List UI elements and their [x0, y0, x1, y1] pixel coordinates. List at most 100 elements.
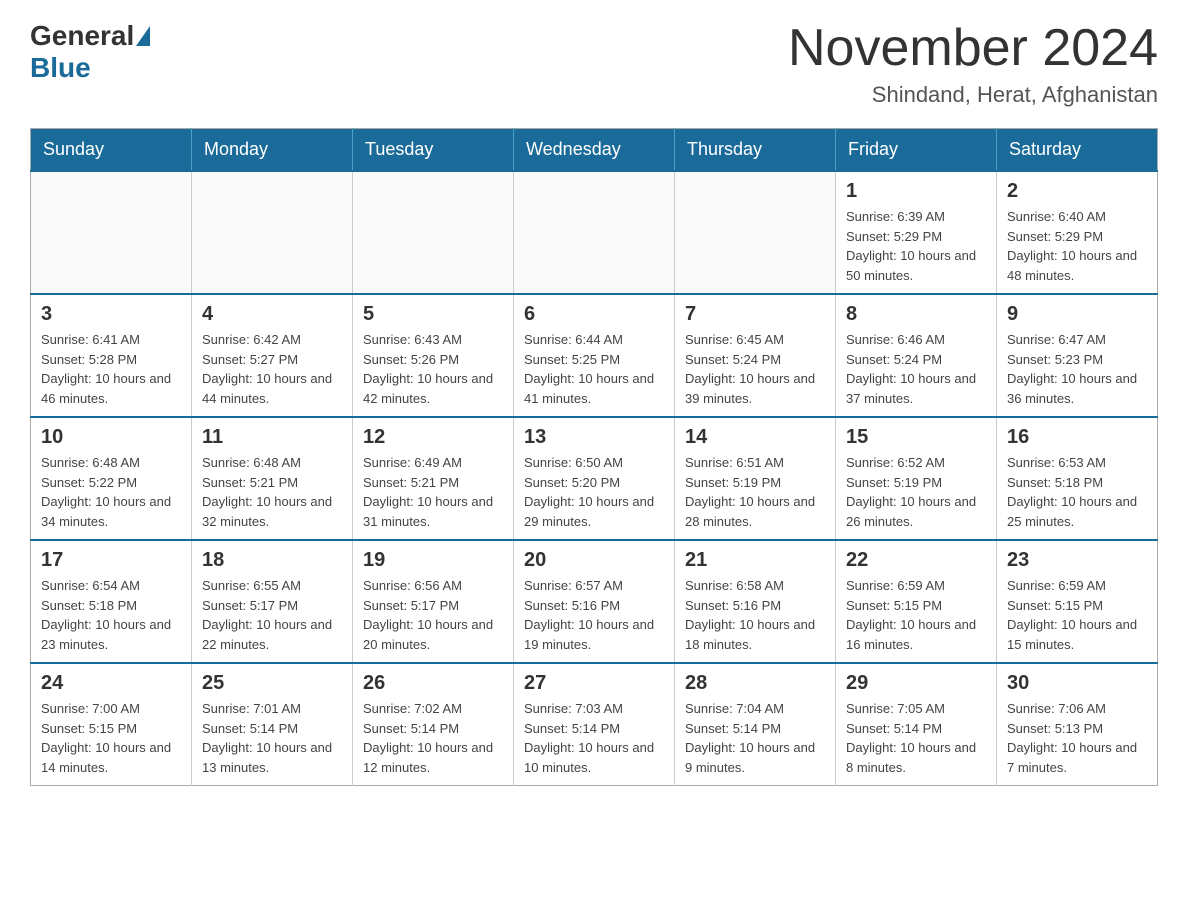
- day-number: 24: [41, 672, 181, 695]
- day-info: Sunrise: 6:40 AM Sunset: 5:29 PM Dayligh…: [1007, 207, 1147, 285]
- day-info: Sunrise: 7:01 AM Sunset: 5:14 PM Dayligh…: [202, 699, 342, 777]
- day-info: Sunrise: 6:42 AM Sunset: 5:27 PM Dayligh…: [202, 330, 342, 408]
- calendar-cell: [514, 171, 675, 294]
- weekday-header-row: SundayMondayTuesdayWednesdayThursdayFrid…: [31, 129, 1158, 172]
- day-info: Sunrise: 6:41 AM Sunset: 5:28 PM Dayligh…: [41, 330, 181, 408]
- day-info: Sunrise: 6:48 AM Sunset: 5:21 PM Dayligh…: [202, 453, 342, 531]
- calendar-cell: [675, 171, 836, 294]
- day-number: 25: [202, 672, 342, 695]
- day-number: 4: [202, 303, 342, 326]
- day-info: Sunrise: 7:03 AM Sunset: 5:14 PM Dayligh…: [524, 699, 664, 777]
- day-info: Sunrise: 6:49 AM Sunset: 5:21 PM Dayligh…: [363, 453, 503, 531]
- calendar-cell: 17Sunrise: 6:54 AM Sunset: 5:18 PM Dayli…: [31, 540, 192, 663]
- day-info: Sunrise: 6:50 AM Sunset: 5:20 PM Dayligh…: [524, 453, 664, 531]
- calendar-cell: 27 Sunrise: 7:03 AM Sunset: 5:14 PM Dayli…: [514, 663, 675, 786]
- weekday-header-thursday: Thursday: [675, 129, 836, 172]
- calendar-cell: 29Sunrise: 7:05 AM Sunset: 5:14 PM Dayli…: [836, 663, 997, 786]
- calendar-cell: 16 Sunrise: 6:53 AM Sunset: 5:18 PM Dayli…: [997, 417, 1158, 540]
- calendar-cell: 2 Sunrise: 6:40 AM Sunset: 5:29 PM Daylig…: [997, 171, 1158, 294]
- day-info: Sunrise: 6:44 AM Sunset: 5:25 PM Dayligh…: [524, 330, 664, 408]
- day-info: Sunrise: 6:57 AM Sunset: 5:16 PM Dayligh…: [524, 576, 664, 654]
- day-info: Sunrise: 6:43 AM Sunset: 5:26 PM Dayligh…: [363, 330, 503, 408]
- day-info: Sunrise: 6:47 AM Sunset: 5:23 PM Dayligh…: [1007, 330, 1147, 408]
- day-info: Sunrise: 6:45 AM Sunset: 5:24 PM Dayligh…: [685, 330, 825, 408]
- weekday-header-monday: Monday: [192, 129, 353, 172]
- day-number: 11: [202, 426, 342, 449]
- page-header: General Blue November 2024 Shindand, Her…: [30, 20, 1158, 108]
- day-number: 28: [685, 672, 825, 695]
- day-info: Sunrise: 6:46 AM Sunset: 5:24 PM Dayligh…: [846, 330, 986, 408]
- weekday-header-tuesday: Tuesday: [353, 129, 514, 172]
- day-number: 26: [363, 672, 503, 695]
- day-number: 16: [1007, 426, 1147, 449]
- day-number: 1: [846, 180, 986, 203]
- day-info: Sunrise: 7:06 AM Sunset: 5:13 PM Dayligh…: [1007, 699, 1147, 777]
- day-number: 6: [524, 303, 664, 326]
- day-info: Sunrise: 6:53 AM Sunset: 5:18 PM Dayligh…: [1007, 453, 1147, 531]
- calendar-cell: 26 Sunrise: 7:02 AM Sunset: 5:14 PM Dayli…: [353, 663, 514, 786]
- calendar-cell: 12 Sunrise: 6:49 AM Sunset: 5:21 PM Dayli…: [353, 417, 514, 540]
- day-info: Sunrise: 6:39 AM Sunset: 5:29 PM Dayligh…: [846, 207, 986, 285]
- calendar-cell: 23Sunrise: 6:59 AM Sunset: 5:15 PM Dayli…: [997, 540, 1158, 663]
- day-info: Sunrise: 6:48 AM Sunset: 5:22 PM Dayligh…: [41, 453, 181, 531]
- calendar-cell: 25 Sunrise: 7:01 AM Sunset: 5:14 PM Dayli…: [192, 663, 353, 786]
- calendar-cell: 15 Sunrise: 6:52 AM Sunset: 5:19 PM Dayli…: [836, 417, 997, 540]
- title-section: November 2024 Shindand, Herat, Afghanist…: [788, 20, 1158, 108]
- day-number: 29: [846, 672, 986, 695]
- calendar-cell: 28 Sunrise: 7:04 AM Sunset: 5:14 PM Dayli…: [675, 663, 836, 786]
- day-info: Sunrise: 7:00 AM Sunset: 5:15 PM Dayligh…: [41, 699, 181, 777]
- calendar-cell: 24 Sunrise: 7:00 AM Sunset: 5:15 PM Dayli…: [31, 663, 192, 786]
- calendar-cell: 5 Sunrise: 6:43 AM Sunset: 5:26 PM Daylig…: [353, 294, 514, 417]
- logo-blue-text: Blue: [30, 52, 91, 83]
- calendar-week-row: 1 Sunrise: 6:39 AM Sunset: 5:29 PM Daylig…: [31, 171, 1158, 294]
- day-info: Sunrise: 6:56 AM Sunset: 5:17 PM Dayligh…: [363, 576, 503, 654]
- day-number: 12: [363, 426, 503, 449]
- weekday-header-sunday: Sunday: [31, 129, 192, 172]
- day-number: 17: [41, 549, 181, 572]
- month-title: November 2024: [788, 20, 1158, 77]
- day-number: 3: [41, 303, 181, 326]
- day-number: 9: [1007, 303, 1147, 326]
- weekday-header-friday: Friday: [836, 129, 997, 172]
- day-info: Sunrise: 6:58 AM Sunset: 5:16 PM Dayligh…: [685, 576, 825, 654]
- day-info: Sunrise: 6:51 AM Sunset: 5:19 PM Dayligh…: [685, 453, 825, 531]
- day-number: 23: [1007, 549, 1147, 572]
- calendar-cell: [192, 171, 353, 294]
- calendar-cell: 19 Sunrise: 6:56 AM Sunset: 5:17 PM Dayli…: [353, 540, 514, 663]
- day-number: 5: [363, 303, 503, 326]
- day-number: 15: [846, 426, 986, 449]
- logo: General Blue: [30, 20, 152, 84]
- calendar-cell: [353, 171, 514, 294]
- calendar-cell: 22Sunrise: 6:59 AM Sunset: 5:15 PM Dayli…: [836, 540, 997, 663]
- day-info: Sunrise: 7:04 AM Sunset: 5:14 PM Dayligh…: [685, 699, 825, 777]
- day-info: Sunrise: 7:02 AM Sunset: 5:14 PM Dayligh…: [363, 699, 503, 777]
- day-number: 7: [685, 303, 825, 326]
- calendar-cell: 30 Sunrise: 7:06 AM Sunset: 5:13 PM Dayli…: [997, 663, 1158, 786]
- calendar-cell: 8 Sunrise: 6:46 AM Sunset: 5:24 PM Daylig…: [836, 294, 997, 417]
- day-number: 19: [363, 549, 503, 572]
- day-number: 10: [41, 426, 181, 449]
- calendar-week-row: 10 Sunrise: 6:48 AM Sunset: 5:22 PM Dayli…: [31, 417, 1158, 540]
- calendar-cell: 7 Sunrise: 6:45 AM Sunset: 5:24 PM Daylig…: [675, 294, 836, 417]
- calendar-cell: 9 Sunrise: 6:47 AM Sunset: 5:23 PM Daylig…: [997, 294, 1158, 417]
- weekday-header-saturday: Saturday: [997, 129, 1158, 172]
- day-number: 30: [1007, 672, 1147, 695]
- day-number: 2: [1007, 180, 1147, 203]
- calendar-cell: 14Sunrise: 6:51 AM Sunset: 5:19 PM Dayli…: [675, 417, 836, 540]
- calendar-cell: [31, 171, 192, 294]
- day-info: Sunrise: 6:52 AM Sunset: 5:19 PM Dayligh…: [846, 453, 986, 531]
- calendar-cell: 4 Sunrise: 6:42 AM Sunset: 5:27 PM Daylig…: [192, 294, 353, 417]
- weekday-header-wednesday: Wednesday: [514, 129, 675, 172]
- location-title: Shindand, Herat, Afghanistan: [788, 82, 1158, 108]
- day-number: 8: [846, 303, 986, 326]
- day-info: Sunrise: 6:59 AM Sunset: 5:15 PM Dayligh…: [846, 576, 986, 654]
- calendar-cell: 20Sunrise: 6:57 AM Sunset: 5:16 PM Dayli…: [514, 540, 675, 663]
- day-number: 21: [685, 549, 825, 572]
- day-number: 27: [524, 672, 664, 695]
- calendar-cell: 6 Sunrise: 6:44 AM Sunset: 5:25 PM Daylig…: [514, 294, 675, 417]
- day-number: 18: [202, 549, 342, 572]
- day-info: Sunrise: 6:55 AM Sunset: 5:17 PM Dayligh…: [202, 576, 342, 654]
- logo-triangle-icon: [136, 26, 150, 46]
- logo-general-text: General: [30, 20, 134, 52]
- calendar-cell: 10 Sunrise: 6:48 AM Sunset: 5:22 PM Dayli…: [31, 417, 192, 540]
